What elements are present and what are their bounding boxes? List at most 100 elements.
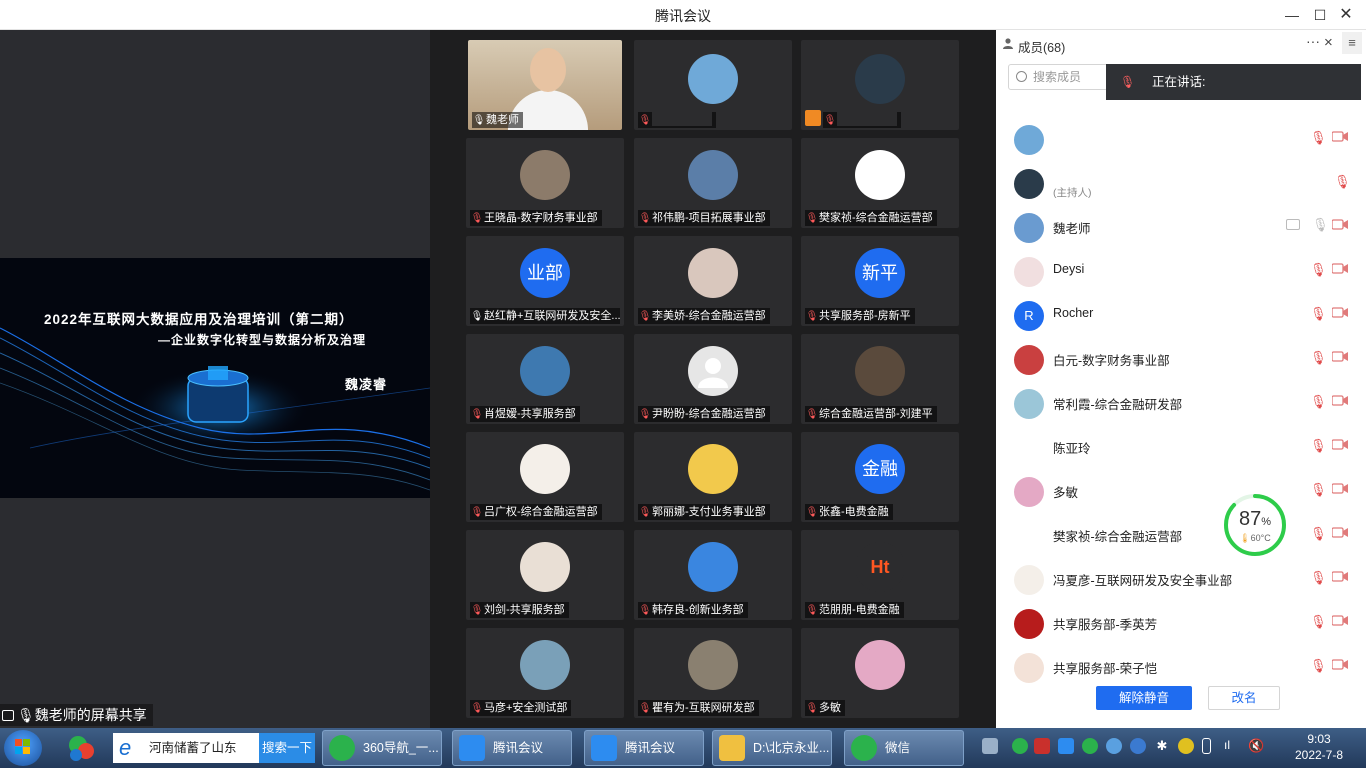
member-row[interactable]: 共享服务部-荣子恺 🎙 xyxy=(996,645,1366,689)
camera-off-icon[interactable] xyxy=(1332,571,1348,582)
unmute-all-button[interactable]: 解除静音 xyxy=(1096,686,1192,710)
mic-icon[interactable]: 🎙 xyxy=(1312,217,1329,233)
camera-off-icon[interactable] xyxy=(1332,527,1348,538)
close-panel-button[interactable]: × xyxy=(1324,34,1333,51)
mic-muted-icon[interactable]: 🎙 xyxy=(1310,614,1327,630)
mic-muted-icon[interactable]: 🎙 xyxy=(1310,262,1327,278)
participant-tile[interactable]: 🎙瞿有为-互联网研发部 xyxy=(634,628,792,718)
member-row[interactable]: R Rocher 🎙 xyxy=(996,293,1366,337)
participant-tile[interactable]: 🎙王晓晶-数字财务事业部 xyxy=(466,138,624,228)
member-row[interactable]: 共享服务部-季英芳 🎙 xyxy=(996,601,1366,645)
mic-muted-icon[interactable]: 🎙 xyxy=(1310,306,1327,322)
security-guard-icon[interactable] xyxy=(66,733,96,763)
screen-share-area[interactable]: 2022年互联网大数据应用及治理培训（第二期） —企业数字化转型与数据分析及治理… xyxy=(0,30,430,728)
camera-off-icon[interactable] xyxy=(1332,307,1348,318)
mic-muted-icon: 🎙 xyxy=(805,213,819,224)
member-row[interactable]: 樊家祯-综合金融运营部 🎙 xyxy=(996,513,1366,557)
member-search-input[interactable]: 搜索成员 xyxy=(1008,64,1108,90)
camera-off-icon[interactable] xyxy=(1332,219,1348,230)
battery-icon[interactable] xyxy=(1202,738,1211,754)
mic-muted-icon[interactable]: 🎙 xyxy=(1310,350,1327,366)
mic-muted-icon[interactable]: 🎙 xyxy=(1334,174,1351,190)
maximize-button[interactable]: ☐ xyxy=(1310,5,1330,25)
mic-muted-icon[interactable]: 🎙 xyxy=(1310,438,1327,454)
participant-tile[interactable]: 🎙李美娇-综合金融运营部 xyxy=(634,236,792,326)
mic-muted-icon: 🎙 xyxy=(805,703,819,714)
mic-muted-icon[interactable]: 🎙 xyxy=(1310,482,1327,498)
minimize-button[interactable]: — xyxy=(1282,5,1302,25)
mic-muted-icon[interactable]: 🎙 xyxy=(1310,526,1327,542)
camera-off-icon[interactable] xyxy=(1332,351,1348,362)
camera-off-icon[interactable] xyxy=(1332,263,1348,274)
signal-icon[interactable]: ıl xyxy=(1224,738,1240,754)
camera-off-icon[interactable] xyxy=(1332,615,1348,626)
taskbar-app[interactable]: 360导航_一... xyxy=(322,730,442,766)
member-row[interactable]: (主持人) 🎙 xyxy=(996,161,1366,205)
camera-off-icon[interactable] xyxy=(1332,483,1348,494)
browser-search-box[interactable]: e 河南储蓄了山东 xyxy=(113,733,259,763)
more-options-button[interactable]: ··· xyxy=(1306,33,1320,49)
shield-icon[interactable] xyxy=(1178,738,1194,754)
meeting-tray-icon[interactable] xyxy=(1058,738,1074,754)
participant-tile[interactable]: 🎙 xyxy=(634,40,792,130)
panel-menu-button[interactable]: ≡ xyxy=(1342,32,1362,54)
bluetooth-icon[interactable]: ✱ xyxy=(1154,738,1170,754)
ime-icon[interactable] xyxy=(1130,738,1146,754)
participant-tile[interactable]: 🎙韩存良-创新业务部 xyxy=(634,530,792,620)
mic-muted-icon[interactable]: 🎙 xyxy=(1310,570,1327,586)
participant-tile[interactable]: 金融 🎙张鑫-电费金融 xyxy=(801,432,959,522)
wps-icon[interactable] xyxy=(1034,738,1050,754)
360-icon[interactable] xyxy=(1012,738,1028,754)
member-row[interactable]: 常利霞-综合金融研发部 🎙 xyxy=(996,381,1366,425)
close-window-button[interactable]: ✕ xyxy=(1336,5,1356,25)
ie-icon: e xyxy=(119,735,132,760)
participant-tile[interactable]: 🎙郭丽娜-支付业务事业部 xyxy=(634,432,792,522)
start-button[interactable] xyxy=(4,730,42,766)
taskbar-app[interactable]: 微信 xyxy=(844,730,964,766)
participant-tile[interactable]: 🎙刘剑-共享服务部 xyxy=(466,530,624,620)
participant-tile[interactable]: 🎙魏老师 xyxy=(468,40,622,130)
mic-muted-icon[interactable]: 🎙 xyxy=(1310,658,1327,674)
participant-tile[interactable]: 业部 🎙赵红静+互联网研发及安全... xyxy=(466,236,624,326)
participant-tile[interactable]: 🎙多敏 xyxy=(801,628,959,718)
rename-button[interactable]: 改名 xyxy=(1208,686,1280,710)
mic-muted-icon[interactable]: 🎙 xyxy=(1310,130,1327,146)
mic-muted-icon[interactable]: 🎙 xyxy=(1310,394,1327,410)
camera-off-icon[interactable] xyxy=(1332,395,1348,406)
browser-search-button[interactable]: 搜索一下 xyxy=(259,733,315,763)
participant-tile[interactable]: 🎙尹盼盼-综合金融运营部 xyxy=(634,334,792,424)
participant-avatar xyxy=(855,54,905,104)
member-row[interactable]: 多敏 🎙 xyxy=(996,469,1366,513)
camera-off-icon[interactable] xyxy=(1332,131,1348,142)
taskbar-app[interactable]: 腾讯会议 xyxy=(452,730,572,766)
participant-tile[interactable]: 🎙 xyxy=(801,40,959,130)
member-row[interactable]: 白元-数字财务事业部 🎙 xyxy=(996,337,1366,381)
taskbar-app[interactable]: D:\北京永业... xyxy=(712,730,832,766)
participant-tile[interactable]: 🎙肖煜嫒-共享服务部 xyxy=(466,334,624,424)
participant-tile[interactable]: 新平 🎙共享服务部-房新平 xyxy=(801,236,959,326)
participant-tile[interactable]: Ht 🎙范朋朋-电费金融 xyxy=(801,530,959,620)
participant-tile[interactable]: 🎙综合金融运营部-刘建平 xyxy=(801,334,959,424)
screen-share-label: 🎙魏老师的屏幕共享 xyxy=(0,704,153,726)
keyboard-icon[interactable] xyxy=(982,738,998,754)
wechat-tray-icon[interactable] xyxy=(1082,738,1098,754)
participant-tile[interactable]: 🎙吕广权-综合金融运营部 xyxy=(466,432,624,522)
participant-tile[interactable]: 🎙马彦+安全测试部 xyxy=(466,628,624,718)
member-row[interactable]: 冯夏彦-互联网研发及安全事业部 🎙 xyxy=(996,557,1366,601)
participant-tile[interactable]: 🎙樊家祯-综合金融运营部 xyxy=(801,138,959,228)
volume-muted-icon[interactable]: 🔇 xyxy=(1248,738,1264,754)
clock[interactable]: 9:03 2022-7-8 xyxy=(1282,731,1356,763)
camera-off-icon[interactable] xyxy=(1332,659,1348,670)
member-avatar xyxy=(1014,609,1044,639)
camera-off-icon[interactable] xyxy=(1332,439,1348,450)
members-panel-header: 成员(68) ··· × ≡ xyxy=(996,30,1366,58)
member-row[interactable]: 🎙 xyxy=(996,117,1366,161)
participant-avatar xyxy=(520,542,570,592)
member-row[interactable]: Deysi 🎙 xyxy=(996,249,1366,293)
network-globe-icon[interactable] xyxy=(1106,738,1122,754)
taskbar-app[interactable]: 腾讯会议 xyxy=(584,730,704,766)
participant-tile[interactable]: 🎙祁伟鹏-项目拓展事业部 xyxy=(634,138,792,228)
member-row[interactable]: 陈亚玲 🎙 xyxy=(996,425,1366,469)
member-row[interactable]: 魏老师 🎙 xyxy=(996,205,1366,249)
participant-name: 🎙多敏 xyxy=(805,700,845,716)
